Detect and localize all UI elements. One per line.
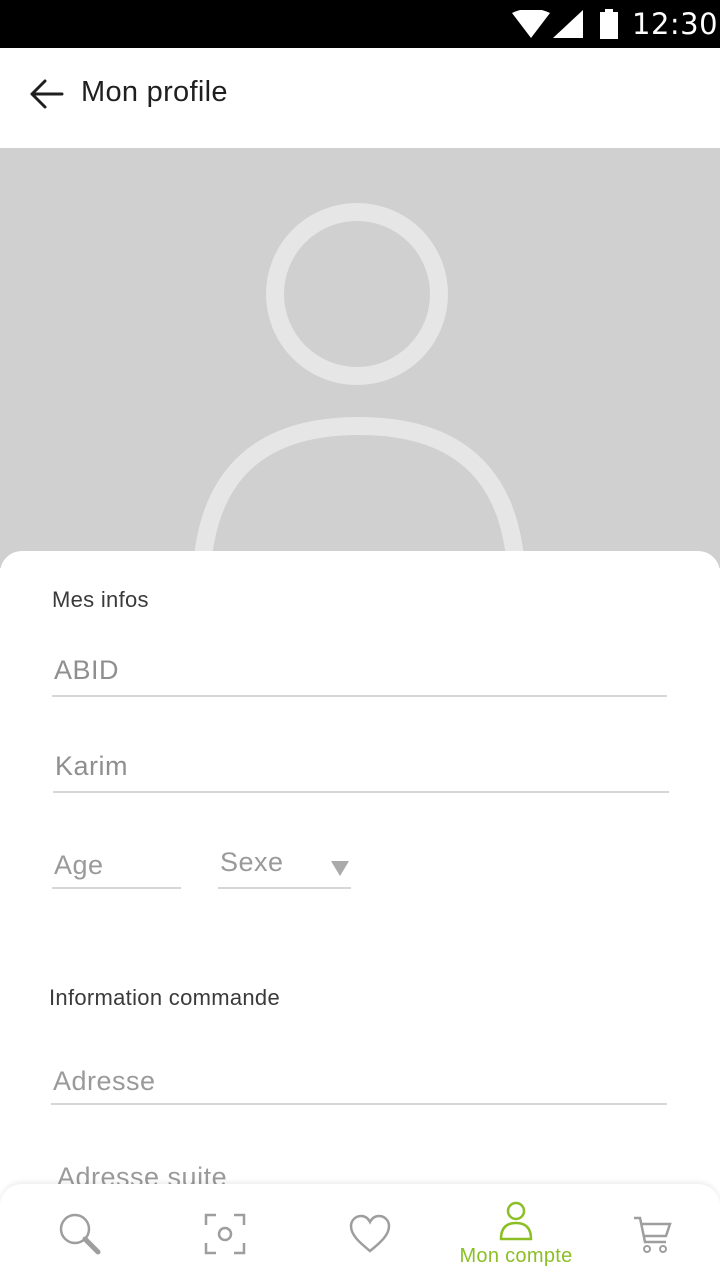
first-name-field[interactable]: Karim [53, 747, 669, 793]
last-name-field[interactable]: ABID [52, 651, 667, 697]
last-name-value: ABID [54, 655, 120, 685]
sex-select-placeholder: Sexe [220, 847, 284, 877]
heart-icon [349, 1214, 391, 1253]
profile-photo-area[interactable] [0, 148, 720, 568]
age-field[interactable] [52, 843, 181, 889]
nav-my-account-label: Mon compte [459, 1244, 573, 1267]
address-input[interactable] [51, 1059, 667, 1103]
wifi-icon [512, 10, 550, 38]
nav-scan[interactable] [185, 1184, 265, 1284]
scan-icon [204, 1213, 246, 1255]
section-title-my-info: Mes infos [52, 587, 149, 612]
nav-favorites[interactable] [330, 1184, 410, 1284]
nav-search[interactable] [40, 1184, 120, 1284]
sex-select[interactable]: Sexe [218, 843, 351, 889]
app-bar: Mon profile [0, 48, 720, 148]
address-field[interactable] [51, 1059, 667, 1105]
section-title-order-info: Information commande [49, 985, 280, 1010]
arrow-left-icon [30, 79, 64, 109]
first-name-value: Karim [55, 751, 129, 781]
bottom-navigation: Mon compte [0, 1184, 720, 1284]
age-input[interactable] [52, 843, 181, 887]
page-title: Mon profile [81, 76, 228, 108]
back-button[interactable] [22, 70, 70, 118]
avatar-placeholder-icon [193, 203, 525, 568]
nav-cart[interactable] [612, 1184, 692, 1284]
search-icon [59, 1213, 101, 1255]
status-bar: 12:30 [0, 0, 720, 48]
profile-form-sheet: Mes infos ABID Karim Sexe Information co… [0, 551, 720, 1284]
user-icon [499, 1201, 533, 1240]
dropdown-arrow-icon [331, 861, 349, 876]
clock: 12:30 [632, 7, 719, 41]
battery-icon [600, 9, 618, 39]
signal-icon [553, 10, 583, 38]
nav-my-account[interactable]: Mon compte [446, 1184, 586, 1284]
cart-icon [634, 1216, 672, 1253]
